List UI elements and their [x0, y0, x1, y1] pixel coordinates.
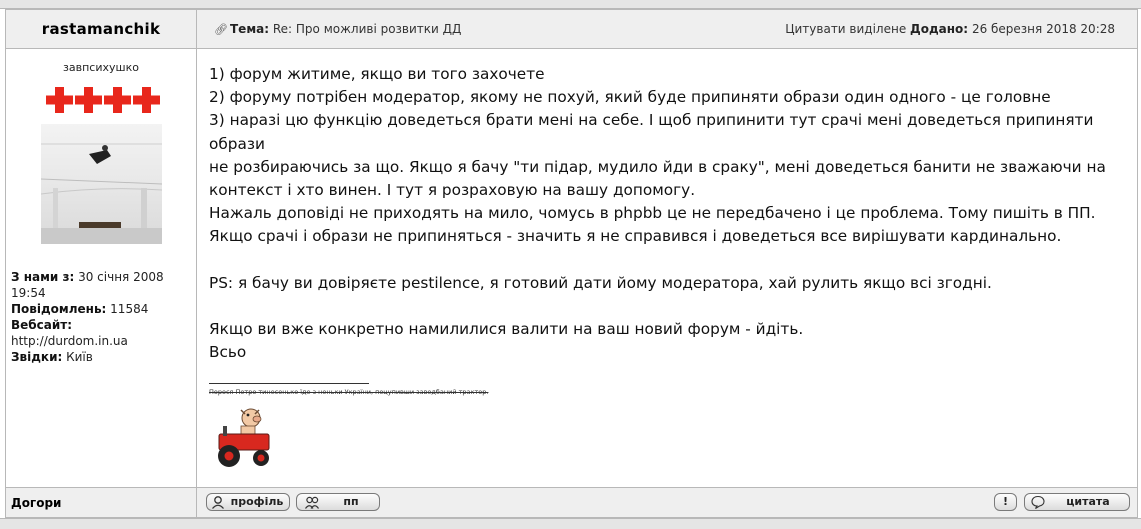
joined-row: З нами з: 30 січня 2008 19:54: [11, 269, 193, 301]
pm-button-label: пп: [343, 495, 359, 508]
bottom-divider-bar: [0, 518, 1141, 529]
location-value: Київ: [66, 350, 93, 364]
post-line: Якщо срачі і образи не припиняться - зна…: [209, 227, 1062, 246]
post-blank-line: [209, 295, 1129, 318]
post-blank-line: [209, 249, 1129, 272]
author-info: З нами з: 30 січня 2008 19:54 Повідомлен…: [11, 269, 193, 365]
users-icon: [305, 496, 320, 509]
top-divider-bar: [0, 0, 1141, 9]
post-line: 2) форуму потрібен модератор, якому не п…: [209, 88, 1051, 107]
website-link[interactable]: http://durdom.in.ua: [11, 333, 193, 349]
quote-button[interactable]: цитата: [1024, 493, 1130, 511]
subject-text: Re: Про можливі розвитки ДД: [272, 22, 462, 36]
website-label: Вебсайт:: [11, 318, 73, 332]
post-line: контекст і хто винен. І тут я розраховую…: [209, 181, 696, 200]
author-header-cell: rastamanchik: [6, 10, 196, 48]
location-row: Звідки: Київ: [11, 349, 193, 365]
pm-button[interactable]: пп: [296, 493, 380, 511]
added-label: Додано:: [910, 22, 969, 36]
post-line: Нажаль доповіді не приходять на мило, чо…: [209, 204, 1096, 223]
tractor-pig-icon: [218, 408, 270, 467]
forum-post: rastamanchik 🔗︎ Тема: Re: Про можливі роз…: [5, 9, 1138, 518]
report-button-label: !: [1002, 495, 1009, 508]
post-body: 1) форум житиме, якщо ви того захочете 2)…: [209, 63, 1129, 365]
quote-button-label: цитата: [1066, 495, 1110, 508]
avatar: [41, 124, 162, 244]
user-icon: [212, 496, 224, 509]
signature-divider: [209, 383, 369, 384]
post-line: 3) наразі цю функцію доведеться брати ме…: [209, 111, 1094, 153]
footer-author-cell: Догори: [6, 488, 196, 517]
posts-label: Повідомлень:: [11, 302, 107, 316]
joined-label: З нами з:: [11, 270, 75, 284]
website-row: Вебсайт:: [11, 317, 193, 333]
location-label: Звідки:: [11, 350, 63, 364]
rank-crosses-icon: [46, 87, 160, 113]
header-divider: [6, 48, 1137, 49]
report-button[interactable]: !: [994, 493, 1017, 511]
post-line: не розбираючись за що. Якщо я бачу "ти п…: [209, 157, 1106, 176]
profile-button[interactable]: профіль: [206, 493, 290, 511]
post-subject: 🔗︎ Тема: Re: Про можливі розвитки ДД: [214, 22, 461, 36]
post-line: Всьо: [209, 343, 247, 362]
post-date: 26 березня 2018 20:28: [971, 22, 1115, 36]
subject-label: Тема:: [230, 22, 270, 36]
post-line: Якщо ви вже конкретно намилилися валити …: [209, 320, 804, 339]
posts-value: 11584: [110, 302, 149, 316]
post-header: 🔗︎ Тема: Re: Про можливі розвитки ДД Циту…: [197, 10, 1137, 48]
quote-icon: [1031, 495, 1045, 509]
post-link-icon[interactable]: 🔗︎: [214, 23, 228, 36]
signature-text: Порося Петро тинесенько їде з неньки Укр…: [209, 388, 489, 396]
quote-selected-link[interactable]: Цитувати виділене: [785, 22, 906, 36]
post-actions-bar: профіль пп ! цитата: [197, 488, 1137, 517]
author-rank: завпсихушко: [63, 61, 139, 74]
post-line: PS: я бачу ви довіряєте pestilence, я го…: [209, 273, 992, 292]
posts-row: Повідомлень: 11584: [11, 301, 193, 317]
post-meta: Цитувати виділене Додано: 26 березня 201…: [785, 22, 1115, 36]
author-name[interactable]: rastamanchik: [6, 20, 196, 38]
back-to-top-link[interactable]: Догори: [11, 496, 61, 510]
column-divider: [196, 10, 197, 517]
post-line: 1) форум житиме, якщо ви того захочете: [209, 65, 545, 83]
